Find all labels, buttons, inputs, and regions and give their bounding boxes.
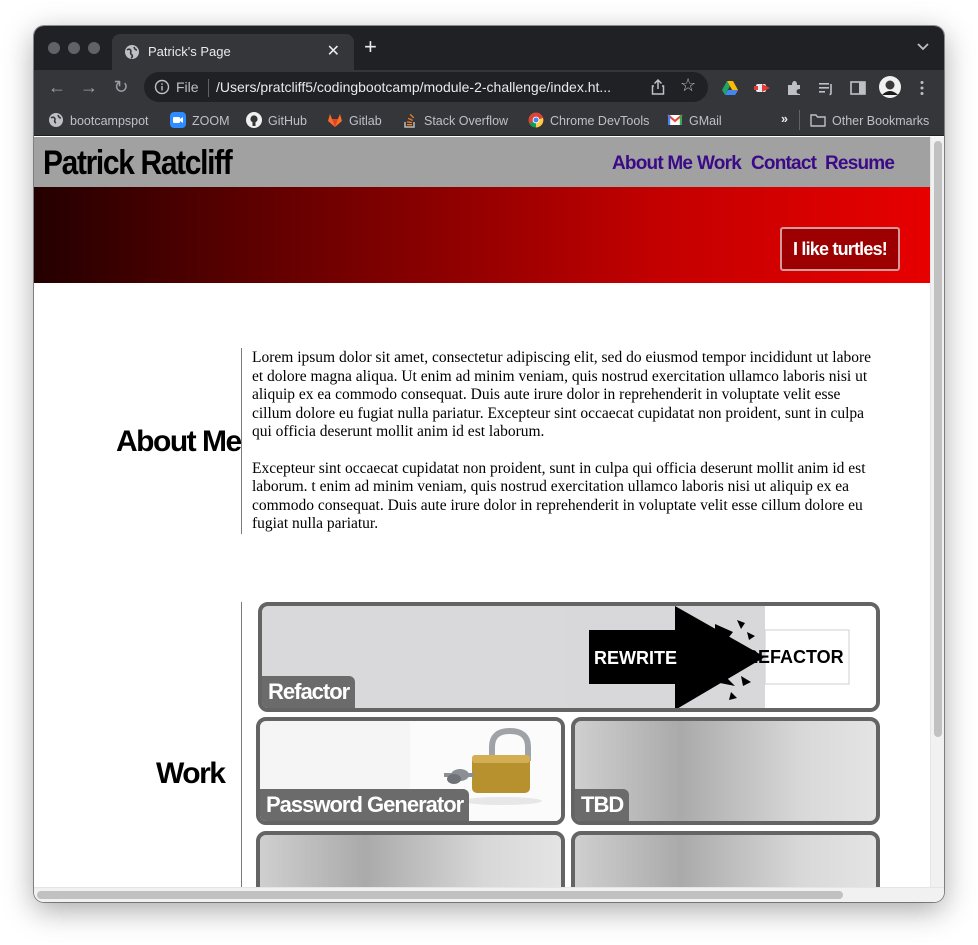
address-separator — [208, 79, 209, 97]
other-bookmarks-folder[interactable]: Other Bookmarks — [810, 112, 929, 130]
recorder-extension-icon[interactable] — [753, 79, 771, 97]
bookmarks-divider — [799, 110, 800, 130]
kebab-menu-icon[interactable] — [913, 79, 931, 97]
bookmark-label: GMail — [689, 114, 722, 128]
bookmark-label: Chrome DevTools — [550, 114, 650, 128]
bookmark-github[interactable]: GitHub — [246, 112, 307, 130]
folder-icon — [810, 114, 826, 127]
other-bookmarks-label: Other Bookmarks — [832, 114, 930, 128]
bookmarks-bar: bootcampspot ZOOM GitHub Gitlab Stack Ov… — [34, 104, 944, 136]
bookmark-label: GitHub — [268, 114, 307, 128]
work-card-password-generator[interactable]: Password Generator — [256, 717, 565, 825]
info-icon[interactable] — [154, 79, 170, 95]
bookmark-gitlab[interactable]: Gitlab — [327, 112, 382, 130]
extensions-puzzle-icon[interactable] — [785, 79, 803, 97]
chrome-icon — [528, 112, 544, 128]
zoom-window-button[interactable] — [88, 42, 100, 54]
tab-title: Patrick's Page — [148, 44, 231, 59]
zoom-icon — [170, 112, 186, 128]
tab-search-icon[interactable] — [916, 40, 930, 54]
nav-link-resume[interactable]: Resume — [825, 153, 895, 175]
work-heading: Work — [156, 757, 226, 790]
about-divider — [241, 348, 242, 534]
nav-link-about-me[interactable]: About Me — [612, 153, 693, 175]
vertical-scrollbar[interactable] — [930, 137, 944, 887]
card-label: Password Generator — [260, 789, 470, 821]
card-label: TBD — [575, 789, 630, 821]
refactor-image: REWRITE REFACTOR — [565, 606, 876, 708]
bookmark-label: Stack Overflow — [424, 114, 509, 128]
back-arrow-icon[interactable]: ← — [46, 76, 68, 98]
forward-arrow-icon[interactable]: → — [78, 76, 100, 98]
about-paragraph: Excepteur sint occaecat cupidatat non pr… — [252, 459, 866, 533]
rewrite-text: REWRITE — [594, 648, 677, 668]
new-tab-button[interactable]: + — [364, 36, 377, 58]
address-bar[interactable]: File /Users/pratcliff5/codingbootcamp/mo… — [144, 72, 708, 102]
close-tab-icon[interactable]: ✕ — [327, 41, 340, 61]
bookmark-label: Gitlab — [349, 114, 382, 128]
bookmark-gmail[interactable]: GMail — [667, 112, 722, 130]
horizontal-scrollbar[interactable] — [34, 887, 944, 902]
card-label: Refactor — [262, 676, 356, 708]
globe-icon — [125, 45, 139, 59]
page-viewport[interactable]: Patrick Ratcliff About Me Work Contact R… — [34, 137, 930, 887]
browser-toolbar: ← → ↻ File /Users/pratcliff5/codingbootc… — [34, 70, 944, 104]
hero-badge: I like turtles! — [780, 227, 900, 271]
bookmark-label: bootcampspot — [70, 114, 149, 128]
about-me-heading: About Me — [116, 425, 242, 458]
address-scheme: File — [176, 79, 199, 95]
nav-link-contact[interactable]: Contact — [751, 153, 817, 175]
work-card-tbd[interactable]: TBD — [571, 717, 880, 825]
side-panel-icon[interactable] — [849, 79, 867, 97]
close-window-button[interactable] — [48, 42, 60, 54]
stackoverflow-icon — [404, 113, 415, 128]
github-icon — [246, 112, 262, 128]
gitlab-icon — [328, 114, 342, 127]
site-header: Patrick Ratcliff About Me Work Contact R… — [34, 137, 930, 187]
work-divider — [241, 602, 242, 887]
work-card-placeholder[interactable] — [256, 831, 565, 887]
tab-patricks-page[interactable]: Patrick's Page ✕ — [112, 34, 354, 70]
share-icon[interactable] — [650, 78, 666, 96]
address-url[interactable]: /Users/pratcliff5/codingbootcamp/module-… — [216, 79, 611, 95]
reload-icon[interactable]: ↻ — [110, 76, 132, 98]
google-drive-icon[interactable] — [721, 79, 739, 97]
about-paragraph: Lorem ipsum dolor sit amet, consectetur … — [252, 349, 872, 440]
gmail-icon — [667, 114, 683, 125]
work-card-refactor[interactable]: REWRITE REFACTOR Refactor — [258, 602, 880, 712]
about-me-text: Lorem ipsum dolor sit amet, consectetur … — [252, 349, 878, 552]
vertical-scrollbar-thumb[interactable] — [934, 141, 942, 737]
bookmark-label: ZOOM — [192, 114, 230, 128]
bookmarks-overflow-chevron-icon[interactable]: » — [781, 112, 788, 130]
tab-bar: Patrick's Page ✕ + — [34, 26, 944, 70]
site-name: Patrick Ratcliff — [43, 144, 233, 182]
minimize-window-button[interactable] — [68, 42, 80, 54]
horizontal-scrollbar-thumb[interactable] — [37, 891, 843, 899]
bookmark-zoom[interactable]: ZOOM — [170, 112, 230, 130]
refactor-text: REFACTOR — [745, 647, 844, 667]
browser-window: Patrick's Page ✕ + ← → ↻ File /Users/pra… — [34, 26, 944, 902]
nav-link-work[interactable]: Work — [697, 153, 742, 175]
bookmark-bootcampspot[interactable]: bootcampspot — [48, 112, 149, 130]
globe-icon — [49, 113, 63, 127]
bookmark-stack-overflow[interactable]: Stack Overflow — [402, 112, 508, 130]
reading-list-icon[interactable] — [817, 79, 835, 97]
bookmark-star-icon[interactable]: ☆ — [680, 75, 696, 96]
hero-banner: I like turtles! — [34, 187, 930, 283]
bookmark-chrome-devtools[interactable]: Chrome DevTools — [528, 112, 649, 130]
work-card-placeholder[interactable] — [571, 831, 880, 887]
profile-avatar[interactable] — [879, 76, 901, 98]
